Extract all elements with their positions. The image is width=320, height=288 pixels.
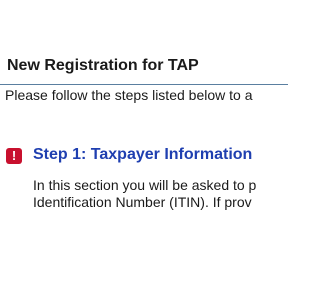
intro-text: Please follow the steps listed below to …: [5, 87, 253, 103]
page-title: New Registration for TAP: [7, 57, 199, 74]
title-divider: [0, 84, 288, 85]
step-1-description: In this section you will be asked to p I…: [33, 177, 256, 211]
alert-icon: !: [6, 148, 22, 164]
step-1-title[interactable]: Step 1: Taxpayer Information: [33, 146, 252, 164]
step-1-description-line: In this section you will be asked to p: [33, 177, 257, 193]
step-1-description-line: Identification Number (ITIN). If prov: [33, 194, 252, 210]
